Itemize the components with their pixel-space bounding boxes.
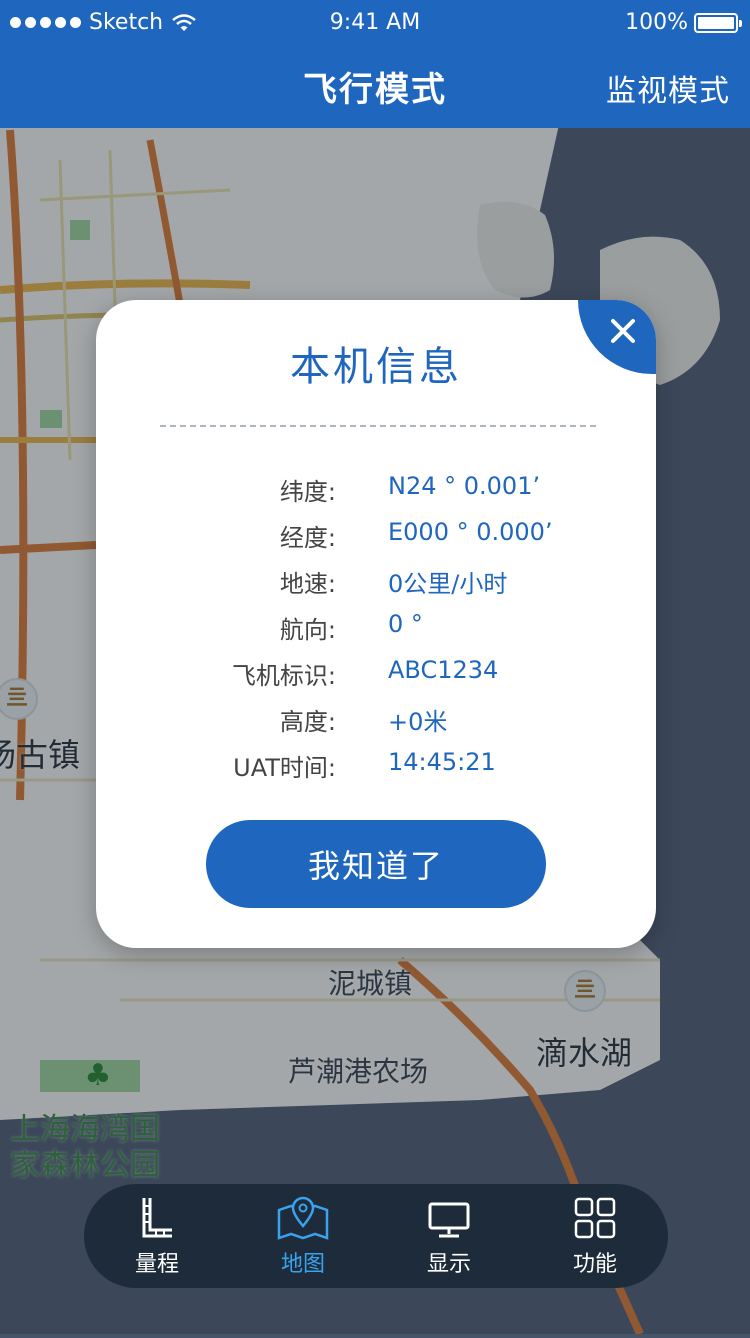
tab-label: 地图 — [280, 1252, 325, 1277]
tab-display[interactable]: 显示 — [376, 1184, 522, 1288]
tab-functions[interactable]: 功能 — [522, 1184, 668, 1288]
info-row-altitude: 高度: +0米 — [96, 702, 656, 742]
info-row-heading: 航向: 0 ° — [96, 610, 656, 650]
info-label: 飞机标识: — [231, 662, 336, 690]
status-bar: Sketch 9:41 AM 100% — [0, 0, 750, 44]
info-value: E000 ° 0.000’ — [388, 518, 553, 546]
info-label: 地速: — [279, 570, 336, 598]
dashed-divider — [160, 425, 596, 427]
monitor-mode-button[interactable]: 监视模式 — [606, 66, 730, 110]
battery-group: 100% — [625, 10, 742, 35]
info-label: 经度: — [279, 524, 336, 552]
battery-percent: 100% — [625, 10, 688, 35]
info-value: ABC1234 — [388, 656, 499, 684]
info-value: 0公里/小时 — [388, 570, 508, 598]
info-value: 14:45:21 — [388, 748, 496, 776]
tab-map[interactable]: 地图 — [230, 1184, 376, 1288]
top-bar: Sketch 9:41 AM 100% 飞行模式 监视模式 — [0, 0, 750, 128]
tab-label: 量程 — [134, 1252, 179, 1277]
info-label: 航向: — [279, 616, 336, 644]
info-row-uat-time: UAT时间: 14:45:21 — [96, 748, 656, 788]
info-value: N24 ° 0.001’ — [388, 472, 541, 500]
ruler-icon — [142, 1198, 172, 1238]
info-label: 高度: — [279, 708, 336, 736]
info-row-longitude: 经度: E000 ° 0.000’ — [96, 518, 656, 558]
grid-icon — [574, 1197, 616, 1239]
info-row-aircraft-id: 飞机标识: ABC1234 — [96, 656, 656, 696]
info-label: UAT时间: — [233, 754, 336, 782]
tab-label: 显示 — [426, 1252, 471, 1277]
info-value: 0 ° — [388, 610, 423, 638]
info-row-ground-speed: 地速: 0公里/小时 — [96, 564, 656, 604]
info-row-latitude: 纬度: N24 ° 0.001’ — [96, 472, 656, 512]
info-value: +0米 — [388, 708, 448, 736]
map-pin-icon — [277, 1196, 329, 1240]
confirm-button[interactable]: 我知道了 — [206, 820, 546, 908]
battery-icon — [694, 12, 742, 33]
tab-range[interactable]: 量程 — [84, 1184, 230, 1288]
aircraft-info-dialog: 本机信息 纬度: N24 ° 0.001’ 经度: E000 ° 0.000’ … — [96, 300, 656, 948]
info-label: 纬度: — [279, 478, 336, 506]
dialog-title: 本机信息 — [290, 344, 462, 390]
tab-label: 功能 — [572, 1252, 617, 1277]
monitor-icon — [428, 1202, 470, 1238]
bottom-tab-bar: 量程 地图 显示 功能 — [84, 1184, 668, 1288]
